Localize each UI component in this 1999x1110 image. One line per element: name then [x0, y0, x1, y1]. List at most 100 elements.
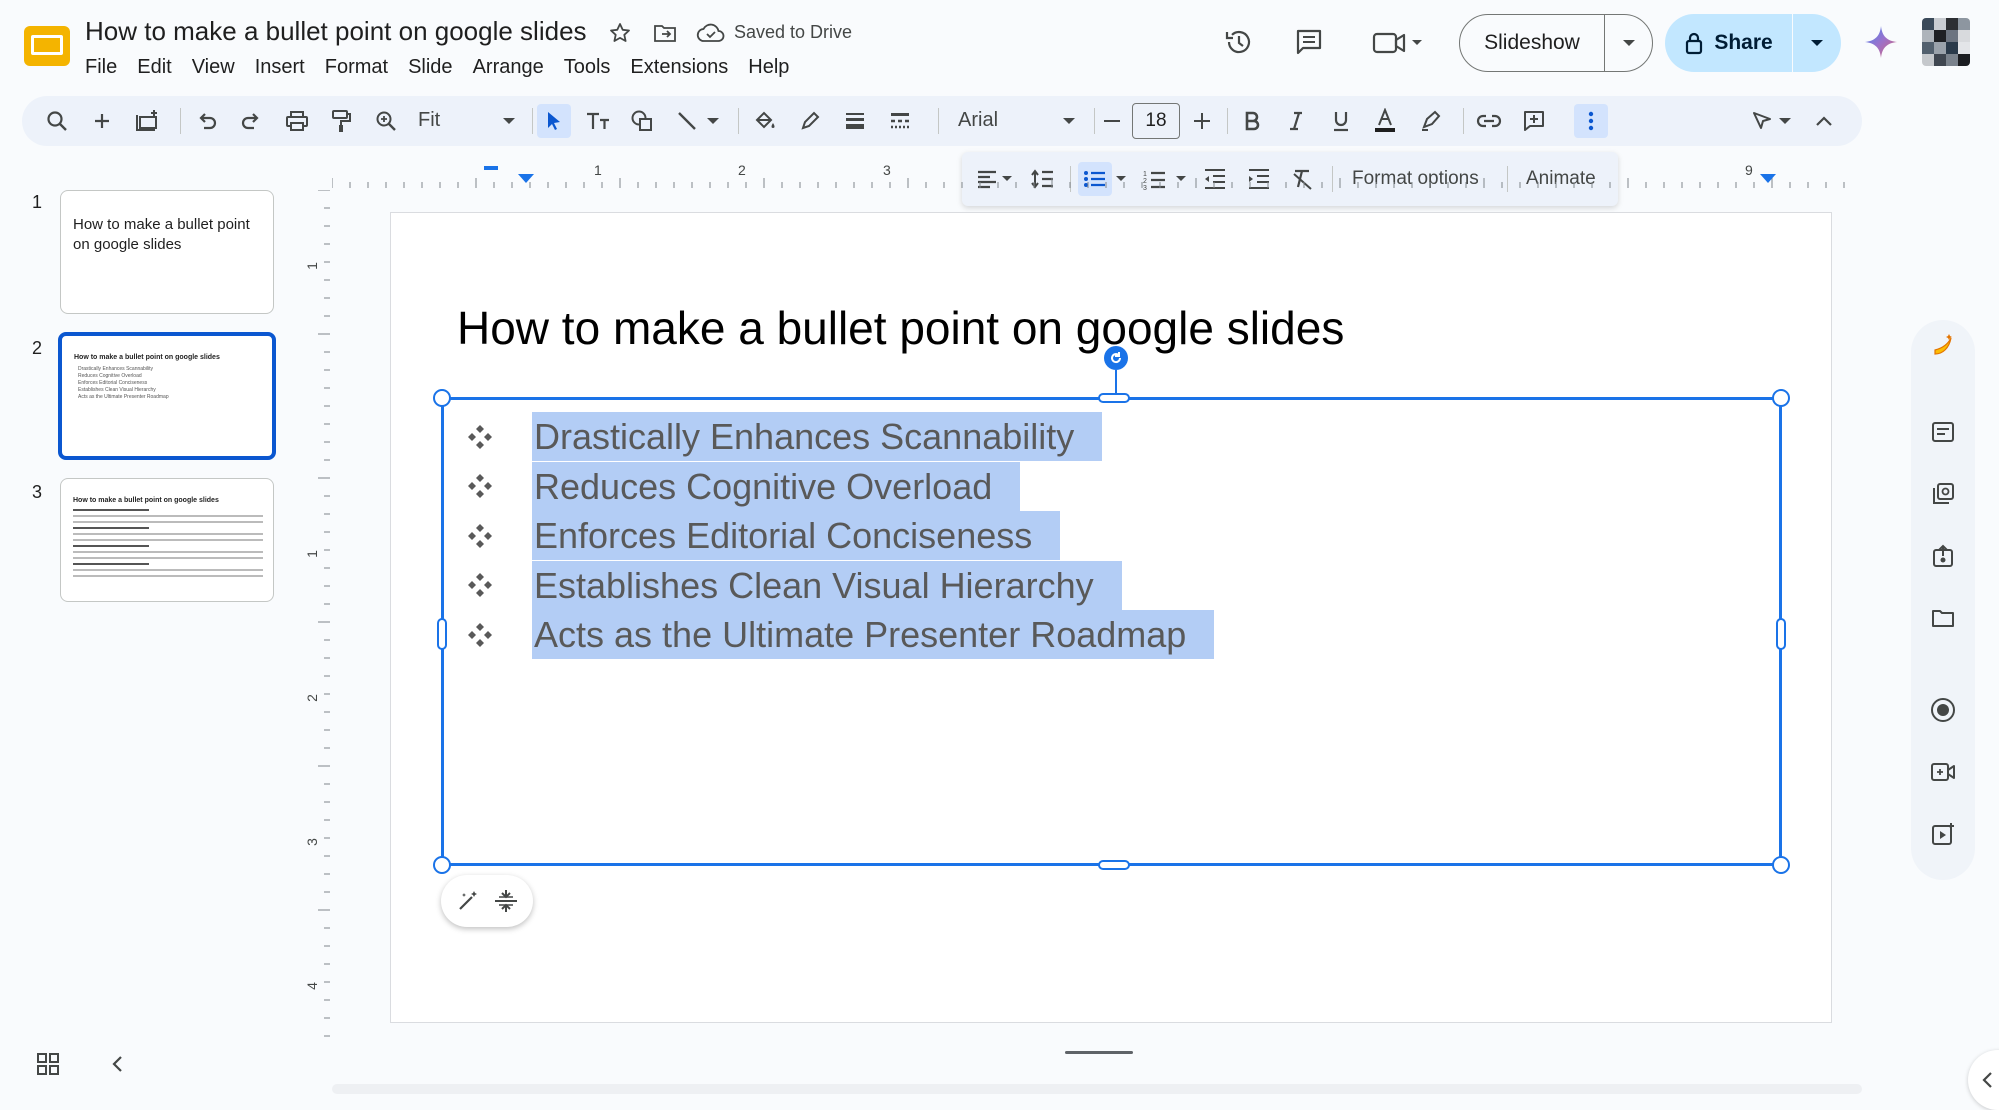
search-menus-icon[interactable]: [40, 104, 74, 138]
share-button[interactable]: Share: [1665, 14, 1841, 72]
menu-tools[interactable]: Tools: [554, 52, 621, 82]
bullet-text-box[interactable]: Drastically Enhances Scannability Reduce…: [433, 346, 1790, 874]
text-color-icon[interactable]: [1368, 104, 1402, 138]
more-options-icon[interactable]: [1574, 104, 1608, 138]
decrease-font-size-icon[interactable]: [1095, 104, 1129, 138]
redo-icon[interactable]: [234, 104, 268, 138]
list-item[interactable]: Drastically Enhances Scannability: [462, 412, 1214, 462]
select-tool-icon[interactable]: [537, 104, 571, 138]
slides-logo-icon[interactable]: [22, 22, 72, 70]
increase-font-size-icon[interactable]: [1185, 104, 1219, 138]
line-dropdown-icon[interactable]: [702, 104, 724, 138]
zoom-dropdown-icon[interactable]: [492, 104, 526, 138]
collapse-filmstrip-icon[interactable]: [106, 1052, 134, 1080]
print-icon[interactable]: [280, 104, 314, 138]
insert-link-icon[interactable]: [1472, 104, 1506, 138]
slide-title[interactable]: How to make a bullet point on google sli…: [457, 301, 1344, 355]
resize-handle-left[interactable]: [437, 618, 447, 650]
line-icon[interactable]: [670, 104, 704, 138]
fill-color-icon[interactable]: [748, 104, 782, 138]
new-slide-with-layout-icon[interactable]: [130, 104, 164, 138]
list-item[interactable]: Establishes Clean Visual Hierarchy: [462, 560, 1214, 611]
new-slide-icon[interactable]: [85, 104, 119, 138]
avatar[interactable]: [1922, 18, 1970, 66]
move-to-folder-icon[interactable]: [650, 18, 680, 48]
collapse-side-panel-icon[interactable]: [1968, 1050, 1999, 1110]
text-box-icon[interactable]: [581, 104, 615, 138]
menu-format[interactable]: Format: [315, 52, 398, 82]
resize-handle-top-left[interactable]: [433, 389, 451, 407]
slideshow-label[interactable]: Slideshow: [1460, 15, 1605, 71]
meet-icon[interactable]: [1366, 22, 1430, 62]
list-item[interactable]: Enforces Editorial Conciseness: [462, 511, 1214, 561]
menu-slide[interactable]: Slide: [398, 52, 462, 82]
undo-icon[interactable]: [190, 104, 224, 138]
grid-view-icon[interactable]: [36, 1052, 64, 1080]
banana-icon[interactable]: [1929, 332, 1957, 360]
speaker-notes-icon[interactable]: [1929, 418, 1957, 446]
list-item[interactable]: Acts as the Ultimate Presenter Roadmap: [462, 610, 1215, 660]
comments-icon[interactable]: [1289, 22, 1329, 62]
add-video-icon[interactable]: [1929, 820, 1957, 848]
slide-thumbnail-2[interactable]: How to make a bullet point on google sli…: [58, 332, 276, 460]
border-weight-icon[interactable]: [838, 104, 872, 138]
document-title[interactable]: How to make a bullet point on google sli…: [85, 16, 587, 47]
cloud-saved-icon[interactable]: [694, 18, 728, 48]
menu-help[interactable]: Help: [738, 52, 799, 82]
share-dropdown-icon[interactable]: [1793, 38, 1841, 48]
resize-handle-top-right[interactable]: [1772, 389, 1790, 407]
menu-insert[interactable]: Insert: [245, 52, 315, 82]
list-item[interactable]: Reduces Cognitive Overload: [462, 461, 1214, 512]
video-icon[interactable]: [1929, 758, 1957, 786]
vertical-ruler[interactable]: 1 1 2 3 4: [300, 190, 332, 1050]
gemini-icon[interactable]: [1863, 24, 1899, 60]
slideshow-button[interactable]: Slideshow: [1459, 14, 1653, 72]
font-dropdown-icon[interactable]: [1052, 104, 1086, 138]
menu-edit[interactable]: Edit: [127, 52, 181, 82]
vertical-align-icon[interactable]: [493, 888, 519, 914]
history-icon[interactable]: [1219, 22, 1259, 62]
add-comment-icon[interactable]: [1517, 104, 1551, 138]
record-icon[interactable]: [1929, 696, 1957, 724]
menu-file[interactable]: File: [85, 52, 127, 82]
resize-handle-bottom-left[interactable]: [433, 856, 451, 874]
editing-mode-dropdown-icon[interactable]: [1774, 104, 1796, 138]
slide-canvas[interactable]: How to make a bullet point on google sli…: [390, 212, 1832, 1023]
highlight-color-icon[interactable]: [1413, 104, 1447, 138]
folder-icon[interactable]: [1929, 604, 1957, 632]
share-main[interactable]: Share: [1665, 14, 1793, 72]
resize-handle-bottom-right[interactable]: [1772, 856, 1790, 874]
zoom-select[interactable]: Fit: [418, 109, 440, 132]
horizontal-ruler[interactable]: 1 2 3 9: [332, 160, 1862, 190]
font-family-select[interactable]: Arial: [958, 109, 998, 132]
paint-format-icon[interactable]: [324, 104, 358, 138]
border-color-icon[interactable]: [793, 104, 827, 138]
export-slide-icon[interactable]: [1929, 542, 1957, 570]
resize-handle-right[interactable]: [1776, 618, 1786, 650]
star-icon[interactable]: [605, 18, 635, 48]
border-dash-icon[interactable]: [883, 104, 917, 138]
magic-edit-icon[interactable]: [456, 889, 480, 913]
menu-arrange[interactable]: Arrange: [463, 52, 554, 82]
resize-handle-top[interactable]: [1098, 393, 1130, 403]
menu-view[interactable]: View: [182, 52, 245, 82]
underline-icon[interactable]: [1324, 104, 1358, 138]
zoom-icon[interactable]: [369, 104, 403, 138]
slideshow-dropdown-icon[interactable]: [1605, 38, 1652, 48]
resize-handle-bottom[interactable]: [1098, 860, 1130, 870]
slide-thumbnail-3[interactable]: How to make a bullet point on google sli…: [60, 478, 274, 602]
right-indent-marker[interactable]: [1760, 174, 1776, 184]
left-indent-marker[interactable]: [518, 174, 534, 184]
slide-thumbnail-1[interactable]: How to make a bullet point on google sli…: [60, 190, 274, 314]
font-size-input[interactable]: 18: [1132, 103, 1180, 139]
slides-library-icon[interactable]: [1929, 480, 1957, 508]
speaker-notes-drag-handle[interactable]: [1065, 1051, 1133, 1054]
italic-icon[interactable]: [1279, 104, 1313, 138]
horizontal-scrollbar[interactable]: [332, 1084, 1862, 1094]
hide-menus-icon[interactable]: [1807, 104, 1841, 138]
rotate-handle-icon[interactable]: [1104, 346, 1128, 370]
first-line-indent-marker[interactable]: [484, 166, 498, 170]
menu-extensions[interactable]: Extensions: [620, 52, 738, 82]
bold-icon[interactable]: [1235, 104, 1269, 138]
shape-icon[interactable]: [625, 104, 659, 138]
